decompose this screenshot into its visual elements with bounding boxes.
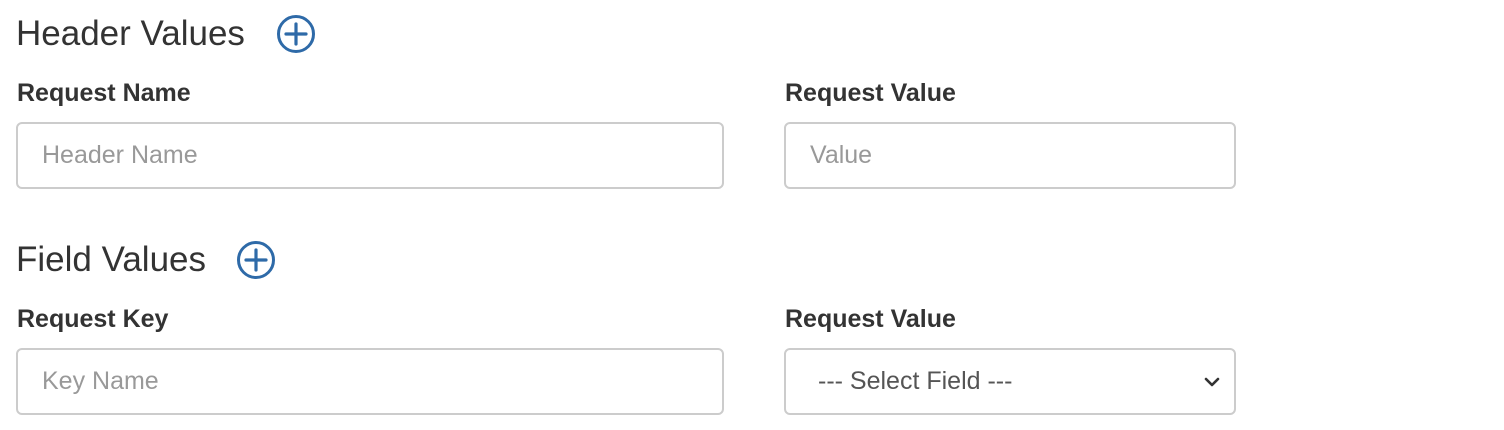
select-field-selected-value: --- Select Field --- — [818, 367, 1013, 395]
header-value-input[interactable] — [784, 122, 1236, 189]
field-request-value-label: Request Value — [785, 305, 956, 333]
header-values-title: Header Values — [16, 14, 245, 53]
field-values-title: Field Values — [16, 240, 207, 279]
key-name-input[interactable] — [16, 348, 724, 415]
add-field-plus-circle-icon[interactable] — [236, 240, 276, 280]
request-value-label: Request Value — [785, 79, 956, 107]
request-name-label: Request Name — [17, 79, 191, 107]
select-field-dropdown[interactable]: --- Select Field --- — [784, 348, 1236, 415]
request-key-label: Request Key — [17, 305, 169, 333]
chevron-down-icon — [1202, 372, 1222, 392]
header-name-input[interactable] — [16, 122, 724, 189]
add-header-plus-circle-icon[interactable] — [276, 14, 316, 54]
